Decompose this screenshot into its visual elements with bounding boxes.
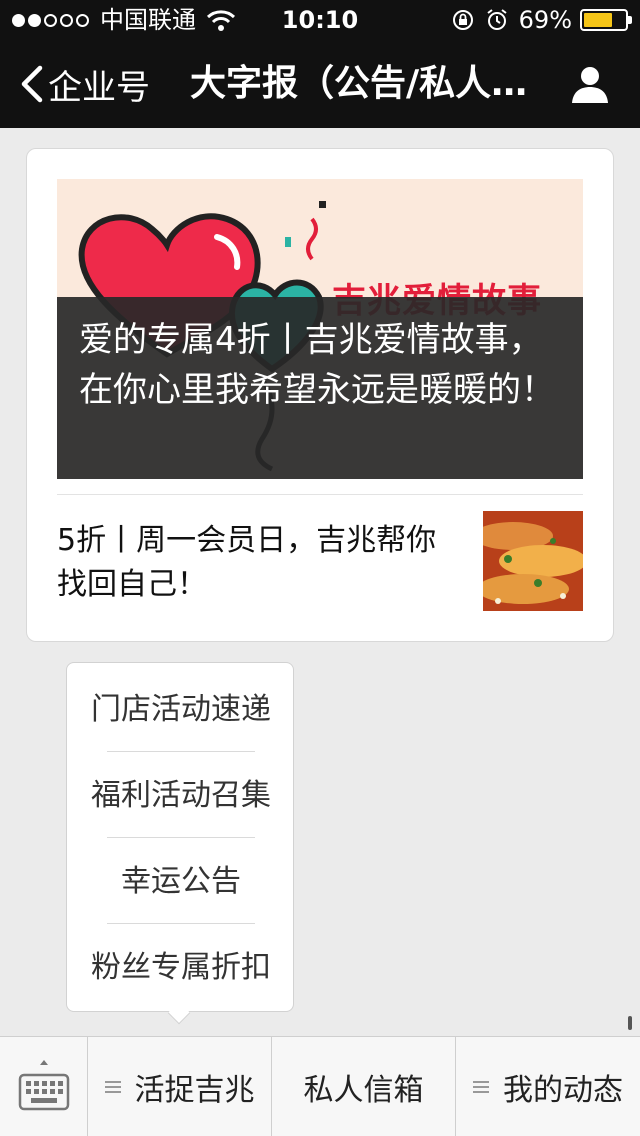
- back-button[interactable]: 企业号: [18, 40, 150, 128]
- scrollbar[interactable]: [628, 1016, 632, 1030]
- profile-button[interactable]: [570, 64, 610, 104]
- alarm-icon: [487, 9, 507, 30]
- status-bar: 中国联通 10:10 69%: [0, 0, 640, 40]
- keyboard-icon: [18, 1060, 70, 1111]
- battery-percent: 69%: [518, 6, 572, 34]
- chevron-left-icon: [21, 65, 43, 103]
- rotation-lock-icon: [452, 10, 473, 30]
- battery-level: [584, 13, 612, 27]
- status-right: 69%: [451, 0, 632, 40]
- app-screen: 中国联通 10:10 69% 企业号 大字报（公告/私人… 爱的专属4折丨吉兆爱…: [0, 0, 640, 1136]
- article-thumbnail[interactable]: [483, 511, 583, 611]
- submenu-popup: 门店活动速递 福利活动召集 幸运公告 粉丝专属折扣: [66, 662, 294, 1012]
- article-item-title[interactable]: 5折丨周一会员日，吉兆帮你找回自己！: [57, 519, 437, 607]
- hero-title-overlay: 爱的专属4折丨吉兆爱情故事，在你心里我希望永远是暖暖的！: [57, 297, 583, 479]
- menu-button-huozhuo[interactable]: 活捉吉兆: [88, 1037, 272, 1136]
- submenu-divider: [107, 751, 255, 752]
- top-bar: 中国联通 10:10 69% 企业号 大字报（公告/私人…: [0, 0, 640, 128]
- submenu-item-welfare[interactable]: 福利活动召集: [67, 753, 295, 839]
- battery-icon: [580, 9, 632, 31]
- article-card: 吉兆爱情故事 爱的专属4折丨吉兆爱情故事，在你心里我希望永远是暖暖的！ 5折丨周…: [26, 148, 614, 642]
- food-image: [483, 511, 583, 611]
- featured-article[interactable]: 吉兆爱情故事 爱的专属4折丨吉兆爱情故事，在你心里我希望永远是暖暖的！: [57, 179, 583, 479]
- navigation-bar: 企业号 大字报（公告/私人…: [0, 40, 640, 128]
- submenu-item-store-events[interactable]: 门店活动速递: [67, 667, 295, 753]
- submenu-divider: [107, 837, 255, 838]
- featured-article-title: 爱的专属4折丨吉兆爱情故事，在你心里我希望永远是暖暖的！: [79, 320, 555, 410]
- menu-button-my-activity[interactable]: 我的动态: [456, 1037, 640, 1136]
- page-title: 大字报（公告/私人…: [190, 63, 528, 104]
- menu-button-label: 活捉吉兆: [134, 1073, 255, 1108]
- submenu-icon: [104, 1081, 121, 1093]
- menu-button-label: 我的动态: [503, 1073, 623, 1108]
- back-label: 企业号: [48, 67, 150, 108]
- menu-button-mailbox[interactable]: 私人信箱: [272, 1037, 456, 1136]
- bottom-menu-bar: 活捉吉兆 私人信箱 我的动态: [0, 1036, 640, 1136]
- submenu-divider: [107, 923, 255, 924]
- submenu-item-fan-discount[interactable]: 粉丝专属折扣: [67, 925, 295, 1011]
- card-divider: [57, 494, 583, 495]
- submenu-icon: [473, 1081, 489, 1093]
- submenu-item-lucky[interactable]: 幸运公告: [67, 839, 295, 925]
- person-icon: [572, 67, 608, 103]
- keyboard-toggle-button[interactable]: [0, 1037, 88, 1136]
- menu-button-label: 私人信箱: [303, 1073, 424, 1108]
